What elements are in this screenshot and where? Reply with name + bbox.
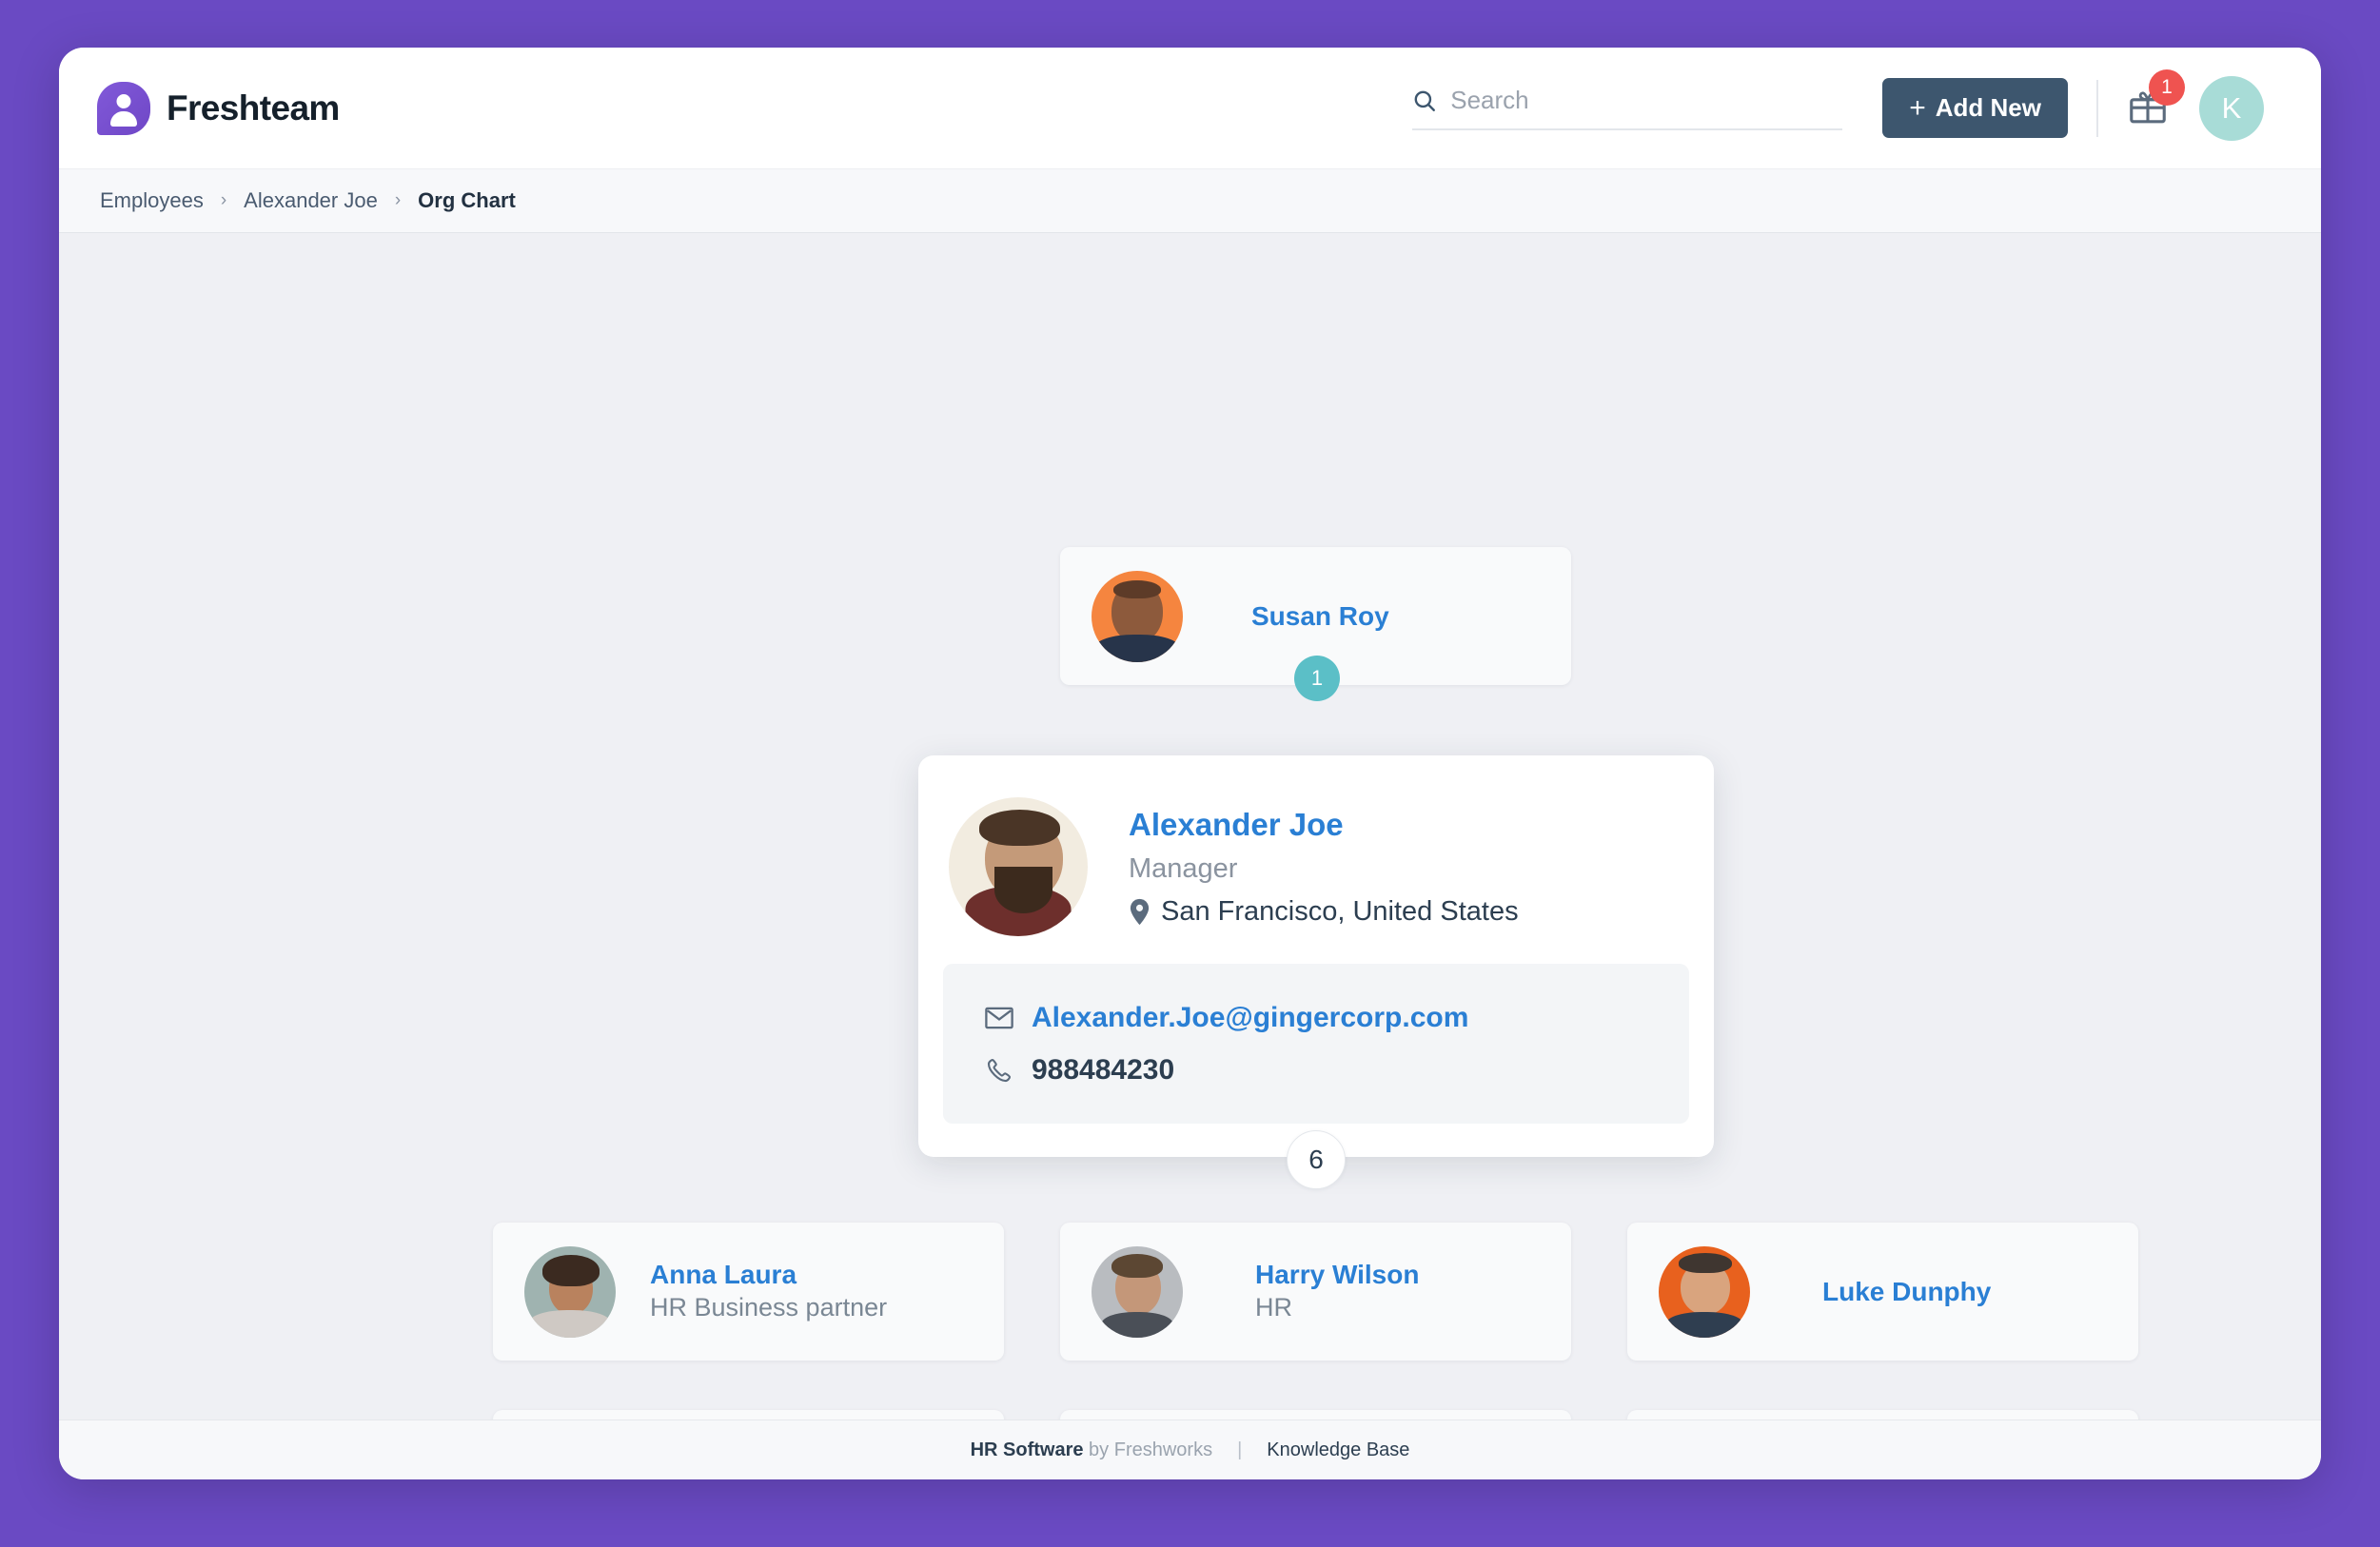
org-node-report[interactable]: Earnest Paul	[493, 1410, 1004, 1420]
footer-separator: |	[1237, 1439, 1243, 1460]
chevron-right-icon: ›	[394, 190, 402, 210]
employee-name[interactable]: Harry Wilson	[1255, 1258, 1419, 1291]
brand-logo[interactable]: Freshteam	[97, 81, 340, 135]
report-count-badge[interactable]: 1	[1294, 656, 1340, 701]
employee-email[interactable]: Alexander.Joe@gingercorp.com	[1032, 1002, 1468, 1034]
footer-product: HR Software by Freshworks	[971, 1439, 1213, 1461]
org-chart-canvas: Susan Roy 1 Alexander Joe Manager San Fr…	[59, 233, 2321, 1420]
gift-badge-count: 1	[2149, 69, 2185, 106]
avatar	[949, 796, 1088, 936]
avatar	[524, 1245, 616, 1338]
gift-button[interactable]: 1	[2127, 69, 2185, 131]
employee-location: San Francisco, United States	[1129, 896, 1519, 928]
org-node-report[interactable]: Nishanth Murali	[1060, 1410, 1571, 1420]
focus-header: Alexander Joe Manager San Francisco, Uni…	[918, 755, 1714, 941]
employee-name[interactable]: Luke Dunphy	[1822, 1275, 1991, 1308]
org-node-focus[interactable]: Alexander Joe Manager San Francisco, Uni…	[918, 755, 1714, 1157]
footer-product-name: HR Software	[970, 1439, 1084, 1460]
add-new-button[interactable]: + Add New	[1882, 78, 2068, 138]
app-window: Freshteam + Add New 1 K	[59, 48, 2321, 1479]
knowledge-base-link[interactable]: Knowledge Base	[1267, 1439, 1409, 1461]
map-pin-icon	[1130, 898, 1150, 925]
node-text: Harry Wilson HR	[1255, 1258, 1419, 1324]
avatar	[1092, 1245, 1183, 1338]
chevron-right-icon: ›	[220, 190, 227, 210]
org-node-report[interactable]: Luke Dunphy	[1627, 1223, 2138, 1361]
app-header: Freshteam + Add New 1 K	[59, 48, 2321, 168]
avatar	[1659, 1245, 1750, 1338]
search-box[interactable]	[1412, 86, 1843, 130]
search-icon	[1414, 90, 1436, 111]
person-badge-icon	[97, 81, 150, 135]
org-node-report[interactable]: Anna Laura HR Business partner	[493, 1223, 1004, 1361]
avatar	[1092, 570, 1183, 662]
breadcrumb: Employees › Alexander Joe › Org Chart	[59, 168, 2321, 233]
employee-title: HR	[1255, 1293, 1292, 1322]
employee-name[interactable]: Alexander Joe	[1129, 805, 1519, 846]
org-node-report[interactable]: Shruti Thoonoli	[1627, 1410, 2138, 1420]
plus-icon: +	[1909, 91, 1926, 124]
location-text: San Francisco, United States	[1161, 895, 1519, 927]
node-text: Susan Roy	[1251, 599, 1389, 633]
envelope-icon	[985, 1007, 1013, 1028]
focus-contact-panel: Alexander.Joe@gingercorp.com 988484230	[943, 964, 1689, 1124]
employee-phone: 988484230	[1032, 1053, 1175, 1086]
breadcrumb-item-employees[interactable]: Employees	[100, 188, 204, 213]
node-text: Luke Dunphy	[1822, 1275, 1991, 1308]
employee-name[interactable]: Anna Laura	[650, 1258, 887, 1291]
org-node-report[interactable]: Harry Wilson HR	[1060, 1223, 1571, 1361]
footer-by: by Freshworks	[1083, 1439, 1213, 1460]
email-row[interactable]: Alexander.Joe@gingercorp.com	[985, 991, 1689, 1044]
user-avatar[interactable]: K	[2199, 75, 2264, 141]
report-count-badge[interactable]: 6	[1287, 1130, 1346, 1189]
phone-row: 988484230	[985, 1044, 1689, 1096]
app-footer: HR Software by Freshworks | Knowledge Ba…	[59, 1420, 2321, 1479]
phone-icon	[987, 1058, 1012, 1082]
breadcrumb-item-org-chart: Org Chart	[418, 188, 516, 212]
header-divider	[2096, 79, 2098, 137]
employee-title: HR Business partner	[650, 1293, 888, 1322]
add-new-label: Add New	[1935, 93, 2041, 122]
breadcrumb-item-alexander-joe[interactable]: Alexander Joe	[244, 188, 378, 213]
brand-name: Freshteam	[167, 88, 340, 127]
focus-info: Alexander Joe Manager San Francisco, Uni…	[1129, 805, 1519, 928]
search-input[interactable]	[1450, 86, 1843, 115]
node-text: Anna Laura HR Business partner	[650, 1258, 887, 1324]
employee-name[interactable]: Susan Roy	[1251, 599, 1389, 633]
employee-role: Manager	[1129, 853, 1238, 885]
